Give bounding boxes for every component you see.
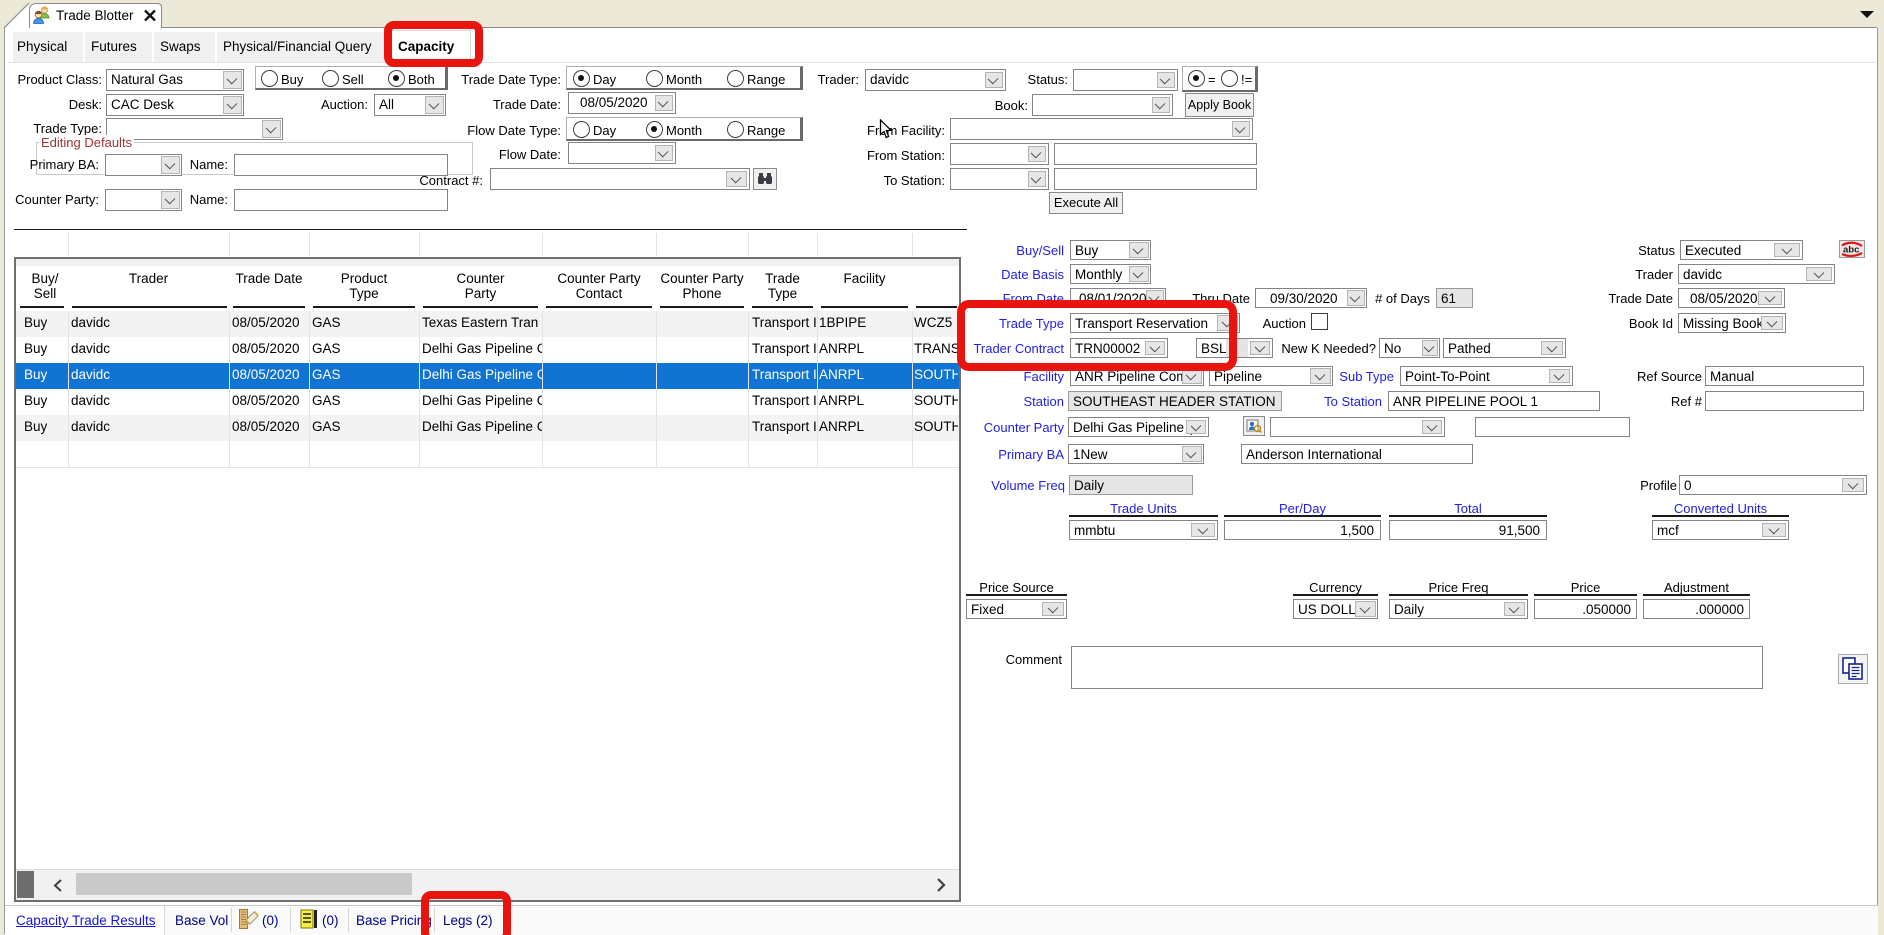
svg-text:abc: abc [1843, 245, 1859, 256]
